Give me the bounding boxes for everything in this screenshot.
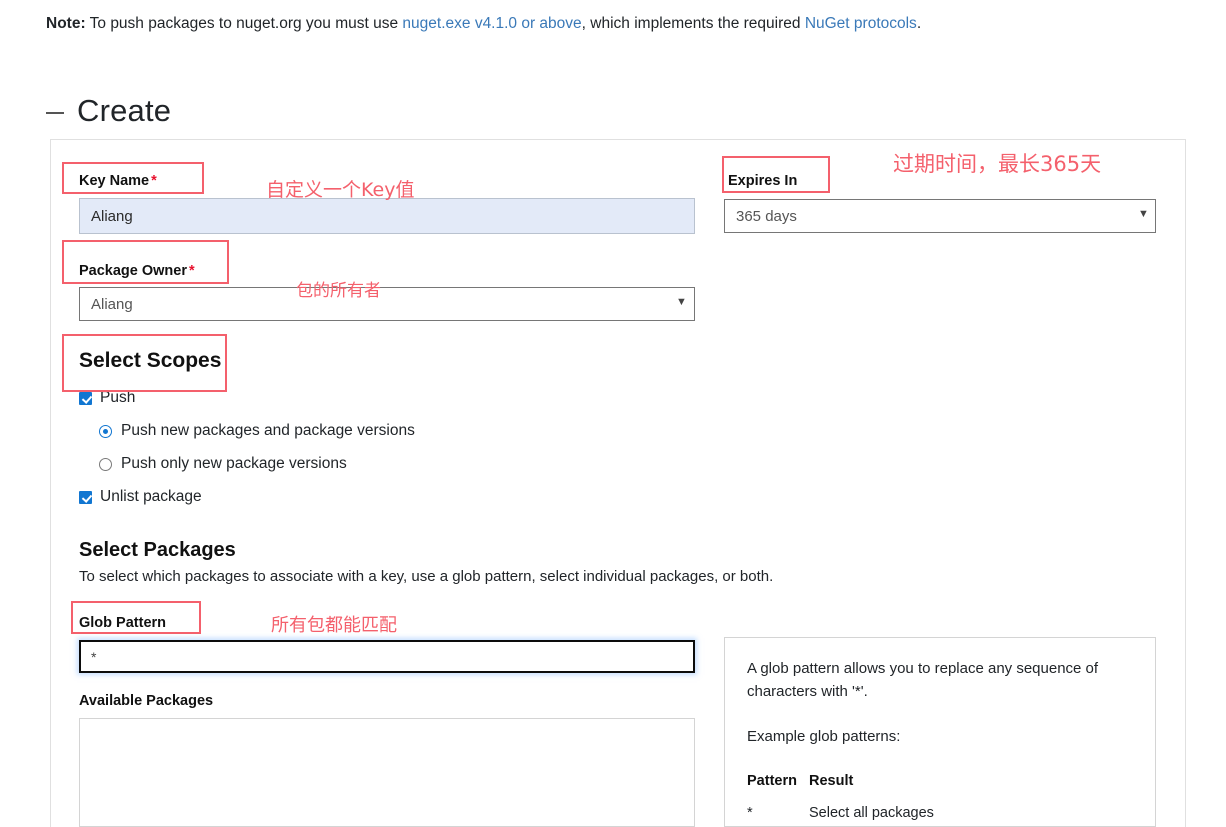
page-title: Create: [77, 93, 172, 128]
scope-unlist-checkbox[interactable]: Unlist package: [79, 488, 202, 506]
radio-unselected-icon: [99, 457, 112, 471]
package-owner-required-mark: *: [189, 263, 195, 279]
column-header-result: Result: [809, 773, 854, 789]
available-packages-label: Available Packages: [79, 693, 214, 709]
push-option-only-versions-radio[interactable]: Push only new package versions: [99, 455, 347, 473]
push-option-new-packages-radio[interactable]: Push new packages and package versions: [99, 422, 415, 440]
minus-icon: [46, 112, 64, 114]
key-name-label-text: Key Name: [79, 173, 150, 189]
info-paragraph-2: Example glob patterns:: [747, 728, 901, 745]
available-packages-list[interactable]: [79, 718, 695, 827]
annotation-text-expires-in: 过期时间，最长365天: [893, 152, 1102, 176]
note-text-3: .: [916, 15, 922, 32]
info-paragraph-1: A glob pattern allows you to replace any…: [747, 660, 1099, 700]
key-name-label: Key Name *: [79, 173, 157, 189]
create-section-header[interactable]: Create: [46, 91, 171, 131]
cell-result: Select all packages: [809, 805, 934, 821]
glob-pattern-label: Glob Pattern: [79, 615, 167, 631]
note-bold-prefix: Note:: [46, 15, 86, 32]
nuget-exe-link[interactable]: nuget.exe v4.1.0 or above: [402, 15, 581, 32]
annotation-text-glob-pattern: 所有包都能匹配: [271, 615, 397, 636]
radio-selected-icon: [99, 424, 112, 438]
package-owner-label: Package Owner *: [79, 263, 195, 279]
select-scopes-title: Select Scopes: [79, 349, 222, 372]
glob-pattern-info-panel: A glob pattern allows you to replace any…: [724, 637, 1156, 827]
expires-in-select[interactable]: [724, 199, 1156, 233]
nuget-protocols-link[interactable]: NuGet protocols: [805, 15, 917, 32]
checkbox-checked-icon: [79, 391, 92, 405]
annotation-text-key-name: 自定义一个Key值: [266, 179, 415, 201]
package-owner-select[interactable]: [79, 287, 695, 321]
key-name-input[interactable]: [79, 198, 695, 234]
scope-unlist-label: Unlist package: [100, 488, 202, 505]
key-name-required-mark: *: [151, 173, 157, 189]
expires-in-label: Expires In: [728, 173, 798, 189]
scope-push-label: Push: [100, 389, 136, 406]
package-owner-label-text: Package Owner: [79, 263, 187, 279]
cell-pattern: *: [747, 805, 753, 821]
table-header-row: Pattern Result: [747, 770, 1133, 802]
column-header-pattern: Pattern: [747, 773, 797, 789]
annotation-text-package-owner: 包的所有者: [296, 281, 381, 301]
checkbox-checked-icon: [79, 490, 92, 504]
glob-pattern-input[interactable]: [79, 640, 695, 673]
scope-push-checkbox[interactable]: Push: [79, 389, 135, 407]
select-packages-description: To select which packages to associate wi…: [79, 568, 774, 585]
table-row: * Select all packages: [747, 802, 1133, 825]
note-text-2: , which implements the required: [581, 15, 805, 32]
create-api-key-page: Note: To push packages to nuget.org you …: [0, 0, 1226, 827]
select-packages-title: Select Packages: [79, 539, 236, 561]
push-option-only-versions-label: Push only new package versions: [121, 455, 347, 472]
note-line: Note: To push packages to nuget.org you …: [46, 14, 921, 34]
glob-examples-table: Pattern Result * Select all packages: [747, 770, 1133, 825]
push-option-new-packages-label: Push new packages and package versions: [121, 422, 415, 439]
note-text-1: To push packages to nuget.org you must u…: [85, 15, 403, 32]
